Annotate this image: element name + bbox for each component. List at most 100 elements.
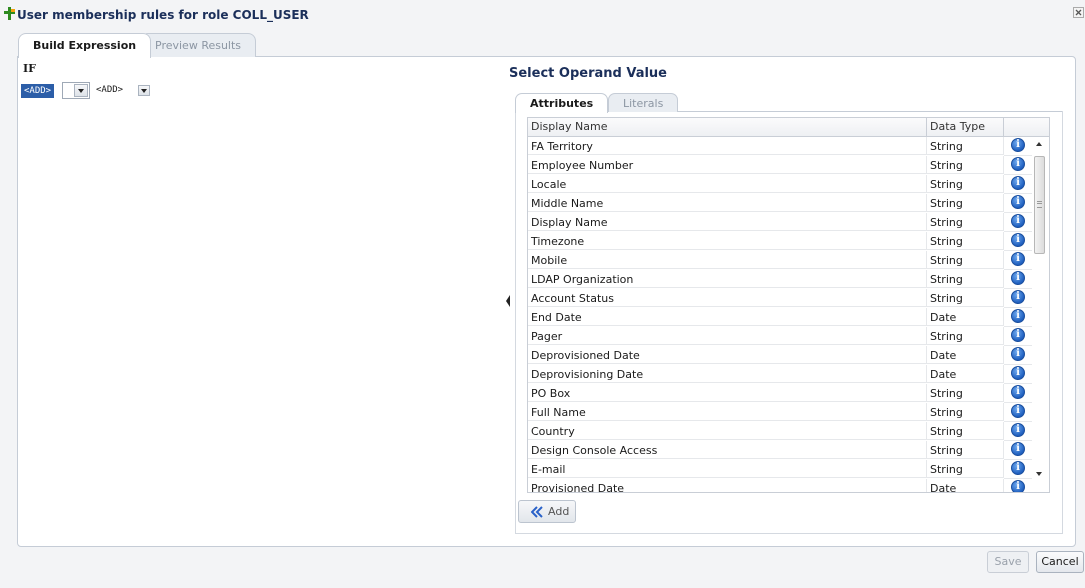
- add-arrow-icon: [531, 506, 543, 518]
- add-operand-text[interactable]: <ADD>: [96, 85, 123, 95]
- info-icon[interactable]: i: [1011, 195, 1025, 209]
- table-row[interactable]: Account Status String i: [528, 289, 1032, 308]
- cell-data-type: String: [927, 384, 1004, 402]
- scroll-thumb[interactable]: [1034, 156, 1045, 254]
- cell-info: i: [1004, 175, 1032, 194]
- cancel-button[interactable]: Cancel: [1036, 551, 1084, 573]
- tab-preview-results[interactable]: Preview Results: [140, 33, 257, 57]
- add-button-label: Add: [548, 505, 570, 518]
- info-icon[interactable]: i: [1011, 252, 1025, 266]
- table-row[interactable]: Pager String i: [528, 327, 1032, 346]
- info-icon[interactable]: i: [1011, 309, 1025, 323]
- tab-attributes[interactable]: Attributes: [515, 93, 609, 113]
- table-row[interactable]: Mobile String i: [528, 251, 1032, 270]
- cell-display-name: Timezone: [528, 232, 927, 250]
- cell-display-name: Display Name: [528, 213, 927, 231]
- scroll-up-icon[interactable]: [1036, 142, 1042, 146]
- info-icon[interactable]: i: [1011, 214, 1025, 228]
- cell-data-type: String: [927, 441, 1004, 459]
- table-row[interactable]: PO Box String i: [528, 384, 1032, 403]
- cell-data-type: String: [927, 137, 1004, 155]
- table-row[interactable]: Deprovisioned Date Date i: [528, 346, 1032, 365]
- info-icon[interactable]: i: [1011, 157, 1025, 171]
- table-row[interactable]: Display Name String i: [528, 213, 1032, 232]
- info-icon[interactable]: i: [1011, 385, 1025, 399]
- cell-display-name: Full Name: [528, 403, 927, 421]
- tab-label: Literals: [623, 97, 664, 110]
- info-icon[interactable]: i: [1011, 138, 1025, 152]
- cell-display-name: Deprovisioning Date: [528, 365, 927, 383]
- cell-data-type: String: [927, 213, 1004, 231]
- tab-build-expression[interactable]: Build Expression: [18, 33, 152, 58]
- table-row[interactable]: Provisioned Date Date i: [528, 479, 1032, 492]
- column-header-data-type[interactable]: Data Type: [927, 118, 1004, 136]
- info-icon[interactable]: i: [1011, 290, 1025, 304]
- table-row[interactable]: Employee Number String i: [528, 156, 1032, 175]
- cell-display-name: Deprovisioned Date: [528, 346, 927, 364]
- table-row[interactable]: Country String i: [528, 422, 1032, 441]
- info-icon[interactable]: i: [1011, 271, 1025, 285]
- cell-info: i: [1004, 232, 1032, 251]
- add-operand-chip[interactable]: <ADD>: [21, 84, 55, 98]
- table-row[interactable]: FA Territory String i: [528, 137, 1032, 156]
- cell-info: i: [1004, 422, 1032, 441]
- close-icon[interactable]: [1073, 7, 1084, 18]
- cell-info: i: [1004, 479, 1032, 492]
- cell-display-name: Account Status: [528, 289, 927, 307]
- cell-info: i: [1004, 137, 1032, 156]
- save-button[interactable]: Save: [987, 551, 1029, 573]
- operator-dropdown[interactable]: [62, 82, 90, 99]
- table-body: FA Territory String i Employee Number String…: [528, 137, 1032, 492]
- info-icon[interactable]: i: [1011, 404, 1025, 418]
- info-icon[interactable]: i: [1011, 442, 1025, 456]
- cell-display-name: Locale: [528, 175, 927, 193]
- column-header-info: [1004, 118, 1030, 136]
- info-icon[interactable]: i: [1011, 328, 1025, 342]
- cell-data-type: Date: [927, 346, 1004, 364]
- cell-data-type: String: [927, 194, 1004, 212]
- cell-info: i: [1004, 460, 1032, 479]
- table-row[interactable]: Design Console Access String i: [528, 441, 1032, 460]
- cell-display-name: Mobile: [528, 251, 927, 269]
- table-row[interactable]: Deprovisioning Date Date i: [528, 365, 1032, 384]
- operand-dropdown[interactable]: [138, 85, 150, 96]
- cell-display-name: LDAP Organization: [528, 270, 927, 288]
- cell-info: i: [1004, 289, 1032, 308]
- cell-info: i: [1004, 403, 1032, 422]
- info-icon[interactable]: i: [1011, 233, 1025, 247]
- cell-info: i: [1004, 251, 1032, 270]
- cell-data-type: String: [927, 403, 1004, 421]
- tab-literals[interactable]: Literals: [608, 93, 679, 112]
- table-scrollbar[interactable]: [1032, 137, 1048, 492]
- info-icon[interactable]: i: [1011, 423, 1025, 437]
- cell-data-type: Date: [927, 479, 1004, 492]
- table-row[interactable]: Middle Name String i: [528, 194, 1032, 213]
- chevron-down-icon: [141, 89, 147, 93]
- cell-display-name: Provisioned Date: [528, 479, 927, 492]
- table-row[interactable]: E-mail String i: [528, 460, 1032, 479]
- if-label: IF: [23, 62, 36, 75]
- tab-label: Attributes: [530, 97, 594, 110]
- collapse-left-icon[interactable]: [505, 293, 511, 309]
- cell-data-type: String: [927, 232, 1004, 250]
- table-row[interactable]: Full Name String i: [528, 403, 1032, 422]
- cell-display-name: FA Territory: [528, 137, 927, 155]
- table-row[interactable]: Timezone String i: [528, 232, 1032, 251]
- column-header-display-name[interactable]: Display Name: [528, 118, 927, 136]
- add-button[interactable]: Add: [518, 500, 576, 523]
- tab-label: Build Expression: [33, 39, 137, 52]
- title-bar: User membership rules for role COLL_USER: [0, 0, 1085, 26]
- info-icon[interactable]: i: [1011, 366, 1025, 380]
- chevron-down-icon: [74, 84, 88, 97]
- info-icon[interactable]: i: [1011, 461, 1025, 475]
- table-row[interactable]: LDAP Organization String i: [528, 270, 1032, 289]
- table-row[interactable]: Locale String i: [528, 175, 1032, 194]
- info-icon[interactable]: i: [1011, 347, 1025, 361]
- cell-display-name: Design Console Access: [528, 441, 927, 459]
- info-icon[interactable]: i: [1011, 480, 1025, 492]
- cell-info: i: [1004, 156, 1032, 175]
- scroll-down-icon[interactable]: [1036, 472, 1042, 476]
- cell-data-type: String: [927, 251, 1004, 269]
- table-row[interactable]: End Date Date i: [528, 308, 1032, 327]
- info-icon[interactable]: i: [1011, 176, 1025, 190]
